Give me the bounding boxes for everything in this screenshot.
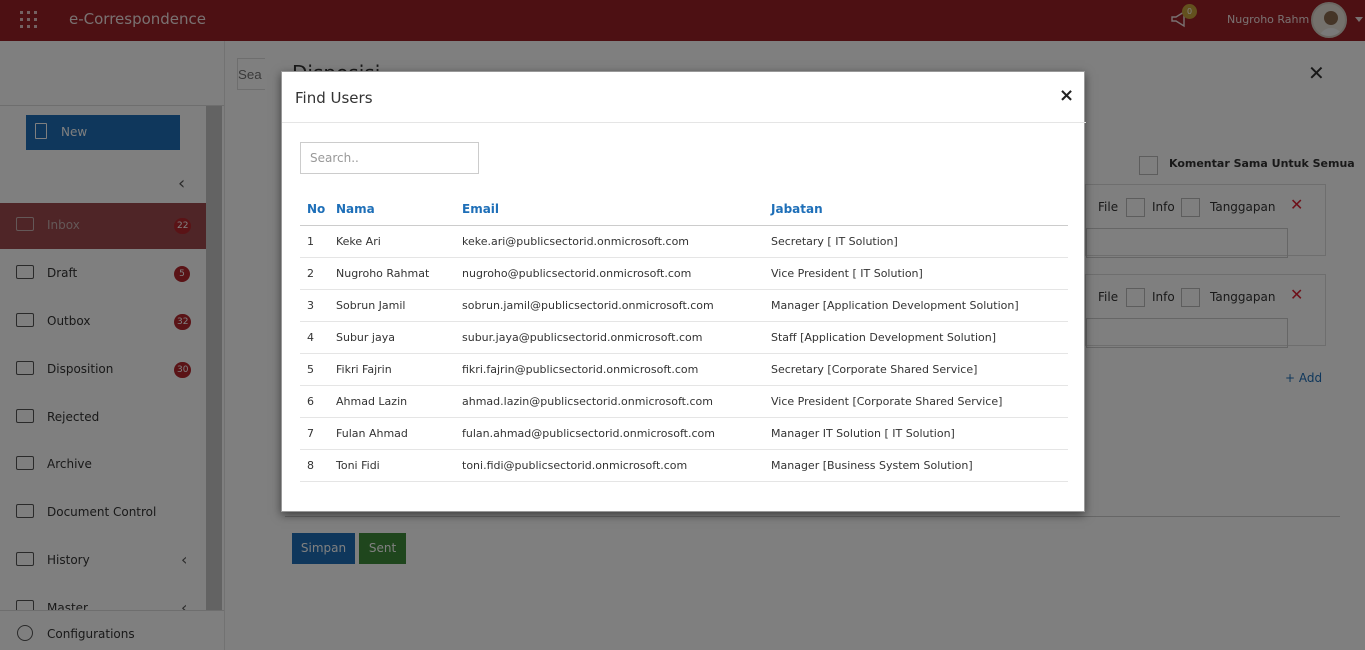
cell-jabatan: Secretary [Corporate Shared Service]	[764, 353, 1068, 386]
column-header-jabatan[interactable]: Jabatan	[764, 193, 1068, 226]
cell-email: keke.ari@publicsectorid.onmicrosoft.com	[455, 225, 764, 258]
modal-header: Find Users ×	[282, 72, 1086, 123]
cell-email: subur.jaya@publicsectorid.onmicrosoft.co…	[455, 321, 764, 354]
cell-nama: Fulan Ahmad	[329, 417, 455, 450]
table-row[interactable]: 3 Sobrun Jamil sobrun.jamil@publicsectorid…	[300, 289, 1068, 322]
cell-no: 2	[300, 257, 329, 290]
cell-email: ahmad.lazin@publicsectorid.onmicrosoft.c…	[455, 385, 764, 418]
find-users-modal: Find Users × No Nama Email Jabatan 1Keke…	[281, 71, 1086, 512]
cell-jabatan: Manager IT Solution [ IT Solution]	[764, 417, 1068, 450]
cell-no: 7	[300, 417, 329, 450]
table-row[interactable]: 1 Keke Ari keke.ari@publicsectorid.onmicro…	[300, 225, 1068, 258]
table-row[interactable]: 2 Nugroho Rahmat nugroho@publicsectorid.on…	[300, 257, 1068, 290]
cell-no: 1	[300, 225, 329, 258]
cell-email: sobrun.jamil@publicsectorid.onmicrosoft.…	[455, 289, 764, 322]
cell-email: nugroho@publicsectorid.onmicrosoft.com	[455, 257, 764, 290]
cell-jabatan: Secretary [ IT Solution]	[764, 225, 1068, 258]
column-header-nama[interactable]: Nama	[329, 193, 455, 226]
cell-nama: Ahmad Lazin	[329, 385, 455, 418]
cell-nama: Fikri Fajrin	[329, 353, 455, 386]
modal-title: Find Users	[295, 89, 373, 107]
table-row[interactable]: 5 Fikri Fajrin fikri.fajrin@publicsectorid…	[300, 353, 1068, 386]
table-row[interactable]: 7 Fulan Ahmad fulan.ahmad@publicsectorid.o…	[300, 417, 1068, 450]
table-row[interactable]: 4 Subur jaya subur.jaya@publicsectorid.onm…	[300, 321, 1068, 354]
table-header-row: No Nama Email Jabatan	[300, 193, 1068, 226]
cell-no: 8	[300, 449, 329, 482]
cell-nama: Toni Fidi	[329, 449, 455, 482]
search-input[interactable]	[300, 142, 479, 174]
cell-nama: Subur jaya	[329, 321, 455, 354]
cell-no: 3	[300, 289, 329, 322]
cell-jabatan: Manager [Application Development Solutio…	[764, 289, 1068, 322]
cell-no: 5	[300, 353, 329, 386]
cell-nama: Nugroho Rahmat	[329, 257, 455, 290]
close-icon[interactable]: ×	[1059, 85, 1074, 106]
cell-nama: Keke Ari	[329, 225, 455, 258]
cell-email: fikri.fajrin@publicsectorid.onmicrosoft.…	[455, 353, 764, 386]
users-table: No Nama Email Jabatan 1 Keke Ari keke.ari@…	[300, 193, 1068, 482]
cell-no: 6	[300, 385, 329, 418]
cell-jabatan: Vice President [ IT Solution]	[764, 257, 1068, 290]
column-header-email[interactable]: Email	[455, 193, 764, 226]
cell-jabatan: Vice President [Corporate Shared Service…	[764, 385, 1068, 418]
column-header-no[interactable]: No	[300, 193, 329, 226]
cell-email: fulan.ahmad@publicsectorid.onmicrosoft.c…	[455, 417, 764, 450]
cell-jabatan: Staff [Application Development Solution]	[764, 321, 1068, 354]
cell-jabatan: Manager [Business System Solution]	[764, 449, 1068, 482]
cell-no: 4	[300, 321, 329, 354]
cell-email: toni.fidi@publicsectorid.onmicrosoft.com	[455, 449, 764, 482]
table-row[interactable]: 6 Ahmad Lazin ahmad.lazin@publicsectorid.o…	[300, 385, 1068, 418]
table-row[interactable]: 8 Toni Fidi toni.fidi@publicsectorid.onmic…	[300, 449, 1068, 482]
cell-nama: Sobrun Jamil	[329, 289, 455, 322]
